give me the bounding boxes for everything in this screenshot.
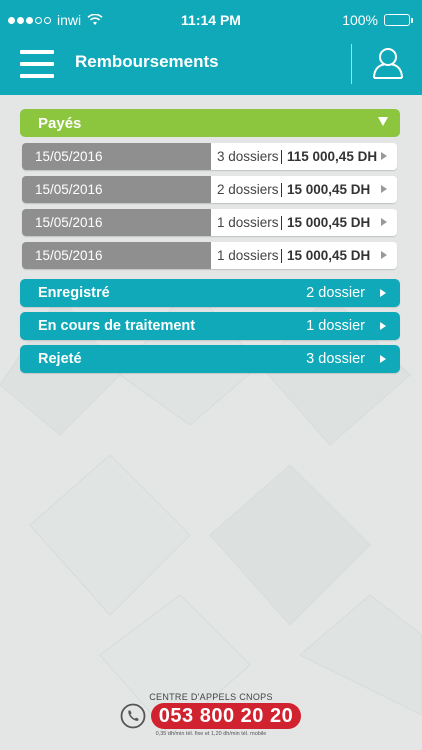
caret-down-icon [378,117,388,126]
page-title: Remboursements [75,52,219,71]
paid-row[interactable]: 15/05/2016 1 dossiers 15 000,45 DH [22,209,397,236]
chevron-right-icon [380,322,386,330]
section-count: 1 dossier [306,318,365,334]
section-label: En cours de traitement [38,318,196,334]
paid-row-amount: 15 000,45 DH [287,248,371,263]
chevron-right-icon [380,355,386,363]
battery-icon [384,14,413,26]
call-rates-text: 0,35 dh/min tél. fixe et 1,20 dh/min tél… [155,731,267,737]
paid-section-label: Payés [38,114,82,132]
paid-row-amount: 115 000,45 DH [287,149,378,164]
separator [281,182,282,197]
signal-icon [8,16,51,24]
section-count: 3 dossier [306,351,365,367]
paid-row-count: 1 dossiers [217,248,279,263]
section-in-progress[interactable]: En cours de traitement 1 dossier [20,312,400,340]
chevron-right-icon [381,152,387,160]
paid-row-count: 1 dossiers [217,215,279,230]
carrier-name: inwi [57,12,82,28]
separator [281,149,282,164]
paid-row-count: 3 dossiers [217,149,279,164]
call-center-title: CENTRE D'APPELS CNOPS [149,692,273,702]
section-label: Enregistré [38,285,110,301]
chevron-right-icon [381,251,387,259]
paid-section-header[interactable]: Payés [20,109,400,137]
paid-row[interactable]: 15/05/2016 2 dossiers 15 000,45 DH [22,176,397,203]
paid-row-date: 15/05/2016 [22,176,211,203]
user-profile-icon[interactable] [370,46,406,80]
chevron-right-icon [381,218,387,226]
paid-row-amount: 15 000,45 DH [287,215,371,230]
battery-percentage: 100% [342,12,378,28]
nav-bar: Remboursements [0,40,422,95]
paid-row-date: 15/05/2016 [22,242,211,269]
section-rejected[interactable]: Rejeté 3 dossier [20,345,400,373]
paid-row-date: 15/05/2016 [22,143,211,170]
paid-row-count: 2 dossiers [217,182,279,197]
chevron-right-icon [380,289,386,297]
call-center-footer: CENTRE D'APPELS CNOPS 053 800 20 20 0,35… [0,690,422,750]
paid-row[interactable]: 15/05/2016 1 dossiers 15 000,45 DH [22,242,397,269]
menu-icon[interactable] [20,50,54,78]
paid-row[interactable]: 15/05/2016 3 dossiers 115 000,45 DH [22,143,397,170]
wifi-icon [87,14,103,25]
call-center-phone-button[interactable]: 053 800 20 20 [151,703,301,729]
chevron-right-icon [381,185,387,193]
status-bar: inwi 11:14 PM 100% [0,0,422,40]
paid-row-amount: 15 000,45 DH [287,182,371,197]
paid-row-date: 15/05/2016 [22,209,211,236]
separator [281,215,282,230]
nav-divider [351,44,352,84]
phone-icon [120,703,146,729]
separator [281,248,282,263]
section-registered[interactable]: Enregistré 2 dossier [20,279,400,307]
section-label: Rejeté [38,351,82,367]
section-count: 2 dossier [306,285,365,301]
